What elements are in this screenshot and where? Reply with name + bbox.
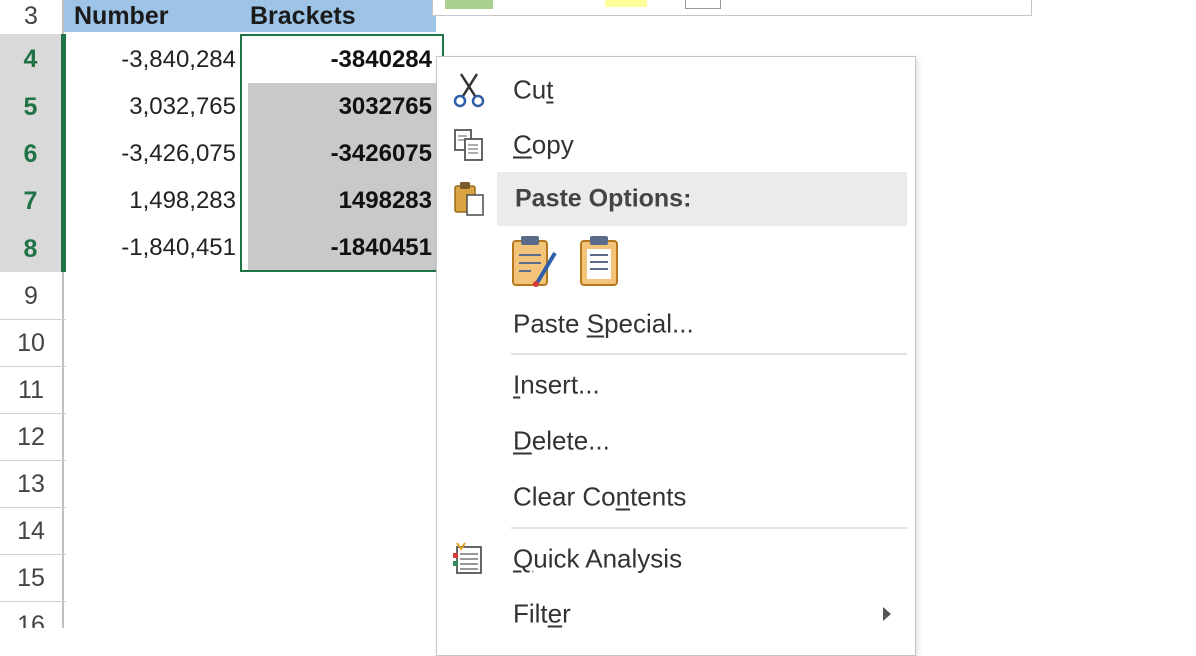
row-header-3[interactable]: 3 xyxy=(0,0,64,34)
row-header-10[interactable]: 10 xyxy=(0,319,64,366)
context-menu: Cut Copy Paste Options: Paste Special...… xyxy=(436,56,916,656)
menu-item-filter[interactable]: Filter xyxy=(437,587,915,641)
row-header-11[interactable]: 11 xyxy=(0,366,64,413)
paste-values-icon[interactable] xyxy=(577,233,623,289)
copy-icon xyxy=(449,125,489,165)
row-header-15[interactable]: 15 xyxy=(0,554,64,601)
menu-separator xyxy=(511,353,907,355)
border-swatch[interactable] xyxy=(685,0,721,9)
submenu-arrow-icon xyxy=(883,607,891,621)
yellow-swatch[interactable] xyxy=(605,0,647,7)
menu-item-paste-special[interactable]: Paste Special... xyxy=(437,297,915,351)
row-header-7[interactable]: 7 xyxy=(0,176,64,223)
header-number-label: Number xyxy=(74,2,169,30)
scissors-icon xyxy=(449,70,489,110)
row-header-13[interactable]: 13 xyxy=(0,460,64,507)
row-header-12[interactable]: 12 xyxy=(0,413,64,460)
menu-item-delete[interactable]: Delete... xyxy=(437,414,915,468)
header-cell-brackets[interactable]: Brackets xyxy=(240,0,436,32)
selection-border-brackets xyxy=(240,34,444,272)
paste-icon xyxy=(449,179,489,219)
row-header-5[interactable]: 5 xyxy=(0,82,64,129)
menu-separator xyxy=(511,527,907,529)
selection-border-number xyxy=(64,34,242,272)
green-swatch[interactable] xyxy=(445,0,493,9)
menu-item-insert[interactable]: Insert... xyxy=(437,358,915,412)
menu-item-cut[interactable]: Cut xyxy=(437,63,915,117)
menu-item-clear-contents[interactable]: Clear Contents xyxy=(437,470,915,524)
format-popup-fragment xyxy=(432,0,1032,16)
paste-keep-source-icon[interactable] xyxy=(509,233,559,289)
header-brackets-label: Brackets xyxy=(250,2,356,30)
menu-item-quick-analysis[interactable]: Quick Analysis xyxy=(437,532,915,586)
row-header-8[interactable]: 8 xyxy=(0,223,64,272)
row-header-6[interactable]: 6 xyxy=(0,129,64,176)
paste-options-header: Paste Options: xyxy=(497,172,907,226)
row-header-4[interactable]: 4 xyxy=(0,34,64,82)
header-cell-number[interactable]: Number xyxy=(64,0,242,32)
quick-analysis-icon xyxy=(449,539,489,579)
row-header-9[interactable]: 9 xyxy=(0,272,64,319)
row-header-16[interactable]: 16 xyxy=(0,601,64,628)
row-header-14[interactable]: 14 xyxy=(0,507,64,554)
menu-item-copy[interactable]: Copy xyxy=(437,118,915,172)
